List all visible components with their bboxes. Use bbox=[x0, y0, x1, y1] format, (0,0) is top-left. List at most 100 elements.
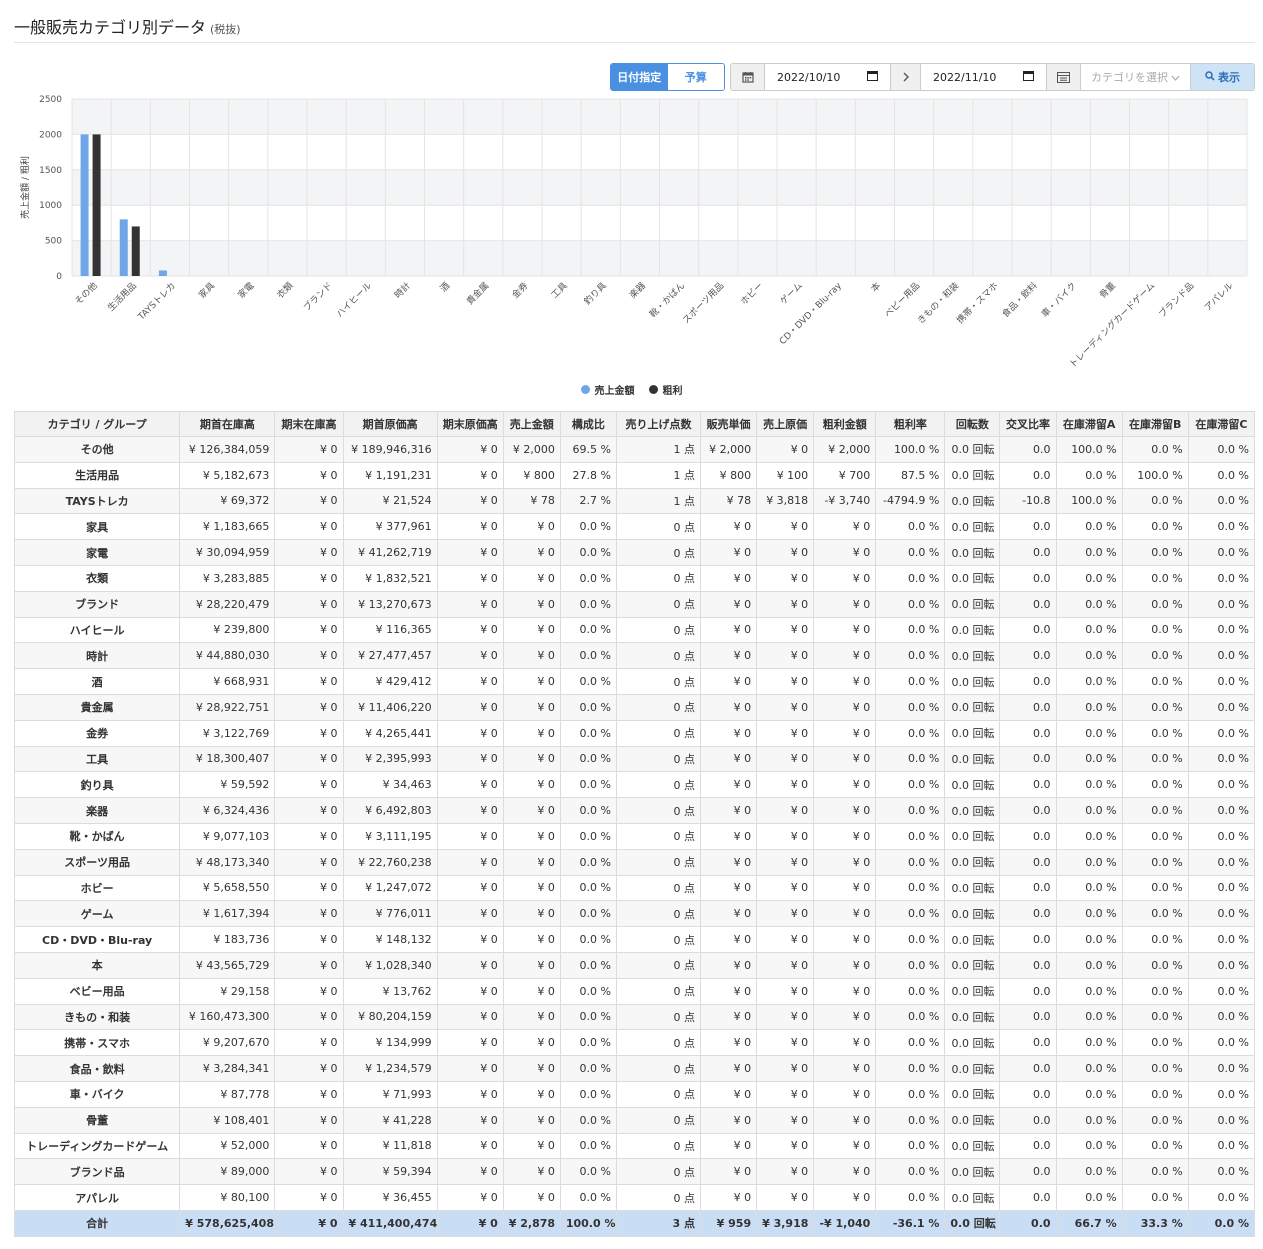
table-cell: ¥ 0 bbox=[700, 1003, 758, 1031]
column-header[interactable]: カテゴリ / グループ bbox=[13, 411, 181, 437]
table-cell: ¥ 0 bbox=[813, 693, 877, 721]
table-cell: 0.0 % bbox=[1187, 1055, 1256, 1082]
table-cell: ¥ 2,000 bbox=[502, 436, 561, 463]
table-cell: ¥ 0 bbox=[700, 1184, 758, 1211]
table-cell: ¥ 41,228 bbox=[342, 1106, 438, 1134]
table-cell: ¥ 0 bbox=[700, 513, 758, 541]
category-select[interactable]: カテゴリを選択 bbox=[1081, 64, 1191, 90]
table-cell: ¥ 0 bbox=[756, 1184, 815, 1211]
table-cell: ¥ 27,477,457 bbox=[342, 642, 438, 670]
column-header[interactable]: 在庫滞留A bbox=[1055, 411, 1123, 437]
legend-item-sales[interactable]: 売上金額 bbox=[580, 382, 635, 397]
table-cell: 0.0 % bbox=[559, 926, 617, 953]
table-cell: 0.0 bbox=[999, 719, 1057, 747]
column-header[interactable]: 期末原価高 bbox=[436, 411, 504, 437]
table-cell: ¥ 80,100 bbox=[179, 1184, 276, 1211]
table-cell: 0.0 回転 bbox=[944, 977, 1001, 1005]
column-header[interactable]: 回転数 bbox=[944, 411, 1001, 437]
table-cell: ¥ 0 bbox=[756, 693, 815, 721]
table-cell: 0.0 回転 bbox=[944, 771, 1001, 799]
table-cell: ¥ 0 bbox=[436, 822, 504, 850]
total-cell: 66.7 % bbox=[1055, 1209, 1123, 1237]
row-category: ゲーム bbox=[13, 900, 181, 928]
table-cell: 0.0 % bbox=[1187, 590, 1256, 618]
row-category: 靴・かばん bbox=[13, 822, 181, 850]
row-category: トレーディングカードゲーム bbox=[13, 1132, 181, 1160]
column-header[interactable]: 構成比 bbox=[559, 411, 617, 437]
table-cell: 100.0 % bbox=[1055, 436, 1123, 463]
table-cell: ¥ 0 bbox=[436, 1055, 504, 1082]
table-cell: 0.0 回転 bbox=[944, 1029, 1001, 1057]
table-cell: 0.0 % bbox=[1121, 771, 1189, 799]
column-header[interactable]: 期首原価高 bbox=[342, 411, 438, 437]
table-cell: ¥ 0 bbox=[502, 1055, 561, 1082]
table-cell: 0.0 回転 bbox=[944, 1106, 1001, 1134]
show-button[interactable]: 表示 bbox=[1191, 64, 1254, 90]
table-cell: ¥ 1,247,072 bbox=[342, 874, 438, 902]
table-cell: -¥ 3,740 bbox=[813, 487, 877, 515]
table-row: 車・バイク ¥ 87,778 ¥ 0 ¥ 71,993 ¥ 0 ¥ 0 0.0 % 0 点 ¥ … bbox=[13, 1080, 1256, 1108]
table-cell: 0.0 回転 bbox=[944, 1080, 1001, 1108]
table-cell: ¥ 0 bbox=[274, 1080, 344, 1108]
column-header[interactable]: 売上原価 bbox=[756, 411, 815, 437]
table-cell: ¥ 0 bbox=[756, 822, 815, 850]
table-cell: ¥ 0 bbox=[274, 719, 344, 747]
table-cell: 0.0 % bbox=[1121, 1055, 1189, 1082]
column-header[interactable]: 粗利率 bbox=[875, 411, 946, 437]
x-tick-label: 工具 bbox=[549, 280, 570, 301]
table-cell: ¥ 1,028,340 bbox=[342, 951, 438, 979]
table-cell: ¥ 0 bbox=[436, 848, 504, 876]
date-to-input[interactable]: 2022/11/10 bbox=[921, 64, 1047, 90]
table-cell: ¥ 0 bbox=[813, 513, 877, 541]
table-cell: 0.0 % bbox=[1055, 564, 1123, 592]
table-cell: 0.0 % bbox=[1187, 436, 1256, 463]
table-cell: ¥ 0 bbox=[813, 1158, 877, 1186]
table-cell: ¥ 0 bbox=[700, 564, 758, 592]
total-cell: ¥ 411,400,474 bbox=[342, 1209, 438, 1237]
x-tick-label: 家電 bbox=[235, 280, 256, 301]
table-cell: 0.0 % bbox=[559, 513, 617, 541]
x-tick-label: 靴・かばん bbox=[647, 280, 687, 320]
table-cell: ¥ 0 bbox=[274, 1184, 344, 1211]
budget-button[interactable]: 予算 bbox=[667, 64, 724, 90]
total-cell: ¥ 0 bbox=[274, 1209, 344, 1237]
table-cell: ¥ 3,283,885 bbox=[179, 564, 276, 592]
table-cell: 0 点 bbox=[615, 1158, 702, 1186]
x-tick-label: ホビー bbox=[739, 280, 766, 307]
date-mode-button[interactable]: 日付指定 bbox=[611, 64, 668, 90]
date-from-picker-icon[interactable] bbox=[867, 70, 878, 84]
table-cell: 0.0 % bbox=[875, 693, 946, 721]
table-cell: 0.0 % bbox=[1055, 797, 1123, 824]
column-header[interactable]: 期末在庫高 bbox=[274, 411, 344, 437]
table-cell: 0.0 % bbox=[1187, 771, 1256, 799]
date-from-input[interactable]: 2022/10/10 bbox=[765, 64, 891, 90]
table-row: TAYSトレカ ¥ 69,372 ¥ 0 ¥ 21,524 ¥ 0 ¥ 78 2.7 % 1 … bbox=[13, 487, 1256, 515]
column-header[interactable]: 粗利金額 bbox=[813, 411, 877, 437]
table-cell: ¥ 0 bbox=[756, 719, 815, 747]
column-header[interactable]: 販売単価 bbox=[700, 411, 758, 437]
column-header[interactable]: 在庫滞留B bbox=[1121, 411, 1189, 437]
table-cell: 0.0 % bbox=[875, 745, 946, 773]
table-cell: 0.0 % bbox=[1187, 951, 1256, 979]
table-cell: 0 点 bbox=[615, 977, 702, 1005]
total-cell: ¥ 3,918 bbox=[756, 1209, 815, 1237]
table-cell: 0.0 回転 bbox=[944, 487, 1001, 515]
column-header[interactable]: 売上金額 bbox=[502, 411, 561, 437]
column-header[interactable]: 交叉比率 bbox=[999, 411, 1057, 437]
x-tick-label: ブランド品 bbox=[1156, 280, 1196, 320]
total-cell: ¥ 959 bbox=[700, 1209, 758, 1237]
date-to-picker-icon[interactable] bbox=[1023, 70, 1034, 84]
column-header[interactable]: 在庫滞留C bbox=[1187, 411, 1256, 437]
table-cell: ¥ 0 bbox=[502, 1003, 561, 1031]
table-cell: 0 点 bbox=[615, 1055, 702, 1082]
table-cell: 0.0 % bbox=[1121, 1158, 1189, 1186]
table-cell: ¥ 36,455 bbox=[342, 1184, 438, 1211]
date-from-value: 2022/10/10 bbox=[777, 70, 841, 84]
chart-legend: 売上金額 粗利 bbox=[0, 382, 1263, 397]
table-cell: 0.0 % bbox=[559, 771, 617, 799]
column-header[interactable]: 期首在庫高 bbox=[179, 411, 276, 437]
column-header[interactable]: 売り上げ点数 bbox=[615, 411, 702, 437]
table-cell: ¥ 0 bbox=[756, 1029, 815, 1057]
table-cell: ¥ 0 bbox=[756, 874, 815, 902]
legend-item-profit[interactable]: 粗利 bbox=[648, 382, 683, 397]
